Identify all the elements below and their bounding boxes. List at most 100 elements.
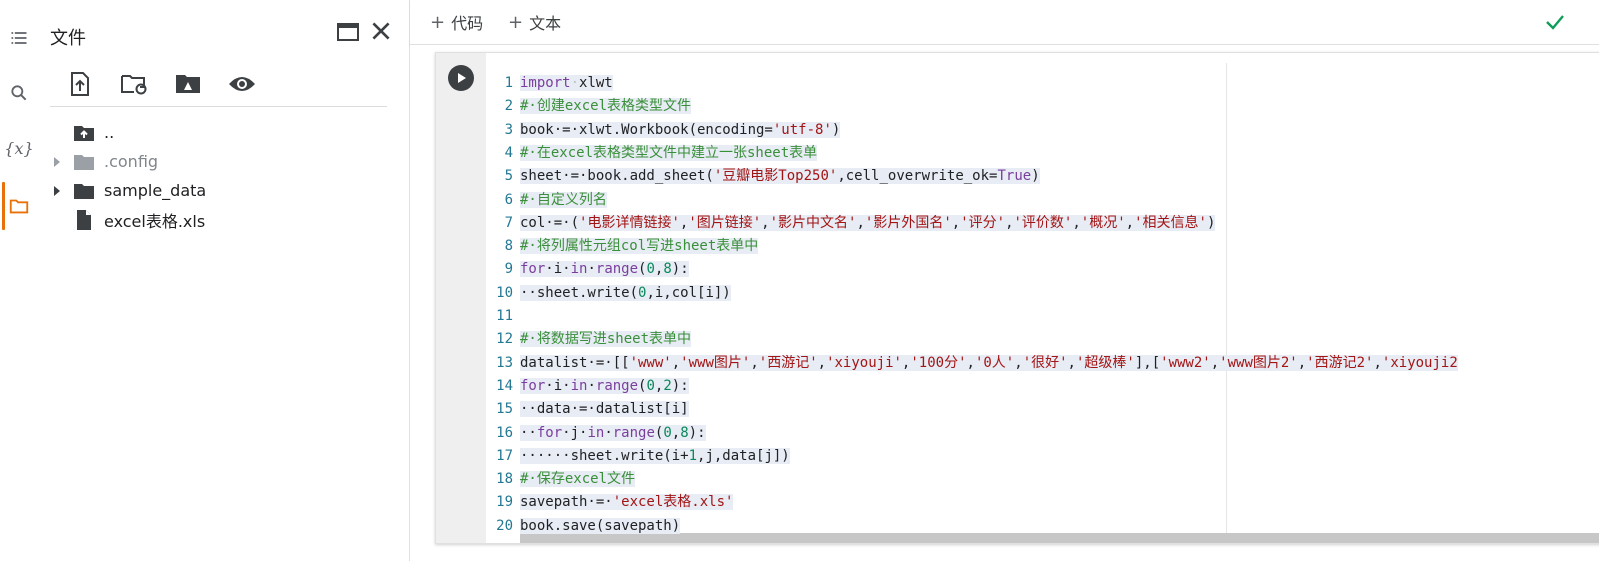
code-text: book.save(savepath) bbox=[520, 515, 681, 538]
code-token: , bbox=[1373, 354, 1382, 371]
left-rail: {x} bbox=[0, 0, 38, 561]
code-token: #·保存excel文件 bbox=[520, 471, 636, 488]
files-button[interactable] bbox=[0, 182, 38, 230]
code-line[interactable]: 4 #·在excel表格类型文件中建立一张sheet表单 bbox=[486, 142, 1599, 165]
code-text: ··for·j·in·range(0,8): bbox=[520, 422, 706, 445]
code-editor[interactable]: 1 import·xlwt 2 #·创建excel表格类型文件 3 book·=·xlwt… bbox=[486, 53, 1599, 543]
window-icon bbox=[337, 23, 359, 41]
code-token: , bbox=[966, 354, 975, 371]
code-token: for bbox=[536, 424, 563, 441]
caret-right-icon[interactable] bbox=[50, 155, 64, 169]
code-line[interactable]: 6 #·自定义列名 bbox=[486, 189, 1599, 212]
code-text: #·在excel表格类型文件中建立一张sheet表单 bbox=[520, 142, 818, 165]
check-icon[interactable] bbox=[1543, 10, 1567, 34]
code-token: '影片中文名' bbox=[769, 214, 857, 231]
mount-drive-button[interactable] bbox=[172, 68, 204, 100]
line-number: 13 bbox=[496, 354, 513, 371]
code-line[interactable]: 9 for·i·in·range(0,8): bbox=[486, 258, 1599, 281]
code-line[interactable]: 3 book·=·xlwt.Workbook(encoding='utf-8') bbox=[486, 119, 1599, 142]
show-hidden-button[interactable] bbox=[226, 68, 258, 100]
caret-right-icon[interactable] bbox=[50, 184, 64, 198]
code-token: · bbox=[570, 75, 580, 91]
refresh-button[interactable] bbox=[118, 68, 150, 100]
code-line[interactable]: 5 sheet·=·book.add_sheet('豆瓣电影Top250',cel… bbox=[486, 165, 1599, 188]
code-line[interactable]: 19 savepath·=·'excel表格.xls' bbox=[486, 491, 1599, 514]
code-token: 0 bbox=[663, 424, 672, 441]
variables-button[interactable]: {x} bbox=[0, 130, 38, 166]
code-line[interactable]: 8 #·将列属性元组col写进sheet表单中 bbox=[486, 235, 1599, 258]
code-line[interactable]: 15 ··data·=·datalist[i] bbox=[486, 398, 1599, 421]
code-token: for bbox=[520, 377, 546, 394]
tree-item-sample-data[interactable]: sample_data bbox=[48, 176, 398, 205]
code-token: · bbox=[604, 424, 613, 441]
code-line[interactable]: 13 datalist·=·[['www','www图片','西游记','xiyo… bbox=[486, 352, 1599, 375]
code-line[interactable]: 11 bbox=[486, 305, 1599, 328]
code-token: 'utf-8' bbox=[772, 121, 832, 138]
code-token: '评分' bbox=[960, 214, 1006, 231]
run-cell-button[interactable] bbox=[448, 65, 474, 91]
code-line[interactable]: 20 book.save(savepath) bbox=[486, 515, 1599, 538]
close-panel-button[interactable] bbox=[368, 18, 394, 44]
line-number: 16 bbox=[496, 424, 513, 441]
code-text: book·=·xlwt.Workbook(encoding='utf-8') bbox=[520, 119, 841, 142]
code-line[interactable]: 18 #·保存excel文件 bbox=[486, 468, 1599, 491]
code-token: import bbox=[520, 75, 571, 91]
code-line[interactable]: 16 ··for·j·in·range(0,8): bbox=[486, 422, 1599, 445]
code-token: ) bbox=[1031, 168, 1040, 185]
code-token: ): bbox=[688, 424, 706, 441]
tree-item-parent[interactable]: .. bbox=[48, 118, 398, 147]
line-number: 20 bbox=[496, 517, 513, 534]
code-token: · bbox=[587, 377, 596, 394]
add-code-label: 代码 bbox=[451, 14, 484, 33]
line-number: 6 bbox=[504, 191, 513, 208]
code-line[interactable]: 1 import·xlwt bbox=[486, 72, 1599, 95]
code-line[interactable]: 12 #·将数据写进sheet表单中 bbox=[486, 328, 1599, 351]
line-number: 5 bbox=[504, 168, 513, 185]
add-text-button[interactable]: + 文本 bbox=[508, 10, 561, 34]
code-token: ,cell_overwrite_ok= bbox=[837, 168, 998, 185]
code-line[interactable]: 14 for·i·in·range(0,2): bbox=[486, 375, 1599, 398]
code-token: , bbox=[1067, 354, 1076, 371]
code-token: book·=·xlwt.Workbook(encoding= bbox=[520, 121, 773, 138]
tree-item-label: .. bbox=[104, 123, 115, 142]
file-icon bbox=[77, 209, 91, 230]
code-text: ··data·=·datalist[i] bbox=[520, 398, 689, 421]
code-token: ·· bbox=[520, 424, 537, 441]
code-token: , bbox=[761, 214, 770, 231]
code-token: book.save(savepath) bbox=[520, 517, 681, 534]
code-token: #·在excel表格类型文件中建立一张sheet表单 bbox=[520, 144, 818, 161]
code-token: 8 bbox=[663, 261, 672, 278]
upload-button[interactable] bbox=[64, 68, 96, 100]
panel-title: 文件 bbox=[50, 28, 86, 49]
code-token: , bbox=[1005, 214, 1014, 231]
code-token: 0 bbox=[646, 377, 655, 394]
notebook-toolbar: + 代码 + 文本 bbox=[410, 0, 1599, 45]
code-line[interactable]: 10 ··sheet.write(0,i,col[i]) bbox=[486, 282, 1599, 305]
code-token: 'www图片2' bbox=[1219, 354, 1298, 371]
refresh-folder-icon bbox=[121, 75, 147, 95]
code-token: #·自定义列名 bbox=[520, 191, 607, 208]
table-of-contents-button[interactable] bbox=[0, 20, 38, 56]
tree-item-config[interactable]: .config bbox=[48, 147, 398, 176]
code-token: datalist·=·[[ bbox=[520, 354, 630, 371]
code-token: · bbox=[587, 261, 596, 278]
code-text: #·将数据写进sheet表单中 bbox=[520, 328, 692, 351]
code-token: , bbox=[1210, 354, 1220, 371]
code-token: , bbox=[671, 424, 681, 441]
code-token: ······sheet.write(i+ bbox=[520, 447, 689, 464]
file-panel: 文件 .. .config sample_data excel表格.xls bbox=[38, 0, 410, 561]
code-line[interactable]: 7 col·=·('电影详情链接','图片链接','影片中文名','影片外国名',… bbox=[486, 212, 1599, 235]
code-token: '相关信息' bbox=[1134, 214, 1207, 231]
line-number: 12 bbox=[496, 331, 513, 348]
code-token: '西游记' bbox=[758, 354, 818, 371]
add-code-button[interactable]: + 代码 bbox=[430, 10, 483, 34]
code-line[interactable]: 2 #·创建excel表格类型文件 bbox=[486, 95, 1599, 118]
code-cell[interactable]: 1 import·xlwt 2 #·创建excel表格类型文件 3 book·=·xlwt… bbox=[435, 52, 1599, 544]
code-token: '评价数' bbox=[1013, 214, 1073, 231]
search-button[interactable] bbox=[0, 75, 38, 111]
tree-item-excel-file[interactable]: excel表格.xls bbox=[48, 205, 398, 234]
open-in-tab-button[interactable] bbox=[336, 20, 360, 44]
code-line[interactable]: 17 ······sheet.write(i+1,j,data[j]) bbox=[486, 445, 1599, 468]
file-tree: .. .config sample_data excel表格.xls bbox=[48, 118, 398, 234]
code-token: , bbox=[951, 214, 961, 231]
